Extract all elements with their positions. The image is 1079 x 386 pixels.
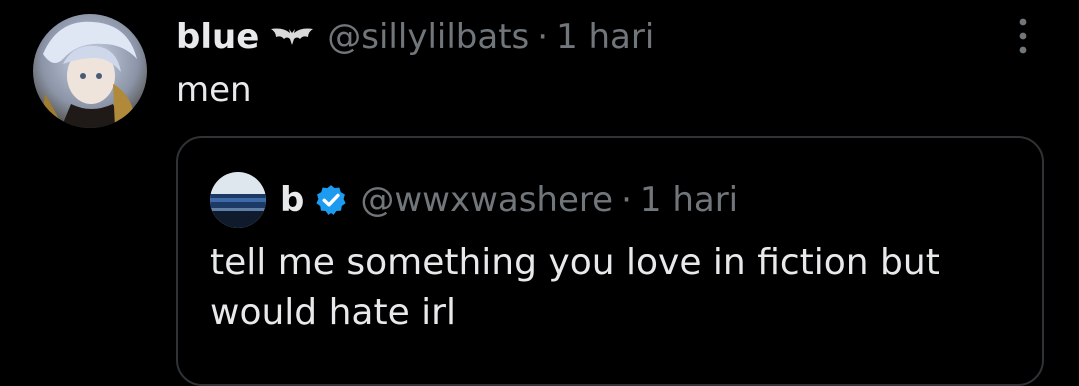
quoted-avatar bbox=[210, 172, 266, 228]
verified-badge-icon bbox=[314, 183, 348, 217]
quoted-post-text: tell me something you love in fiction bu… bbox=[210, 242, 940, 333]
bat-icon bbox=[269, 25, 315, 49]
post-timestamp[interactable]: 1 hari bbox=[556, 17, 654, 57]
quoted-user-handle: @wwxwashere bbox=[360, 180, 614, 220]
avatar[interactable] bbox=[33, 14, 147, 128]
post-header: blue @sillylilbats · 1 hari bbox=[176, 12, 654, 62]
avatar-image bbox=[33, 14, 147, 128]
separator-dot: · bbox=[537, 17, 549, 57]
post-text: men bbox=[176, 70, 252, 110]
quoted-display-name: b bbox=[280, 180, 305, 220]
quoted-separator-dot: · bbox=[621, 180, 632, 220]
display-name[interactable]: blue bbox=[176, 17, 259, 57]
user-handle[interactable]: @sillylilbats bbox=[327, 17, 529, 57]
more-options-button[interactable] bbox=[1006, 14, 1040, 58]
quoted-post-card[interactable]: b @wwxwashere · 1 hari tell me something… bbox=[176, 136, 1044, 386]
quoted-post-header: b @wwxwashere · 1 hari bbox=[210, 172, 739, 228]
quoted-post-timestamp: 1 hari bbox=[639, 180, 739, 220]
more-options-icon bbox=[1019, 18, 1027, 54]
